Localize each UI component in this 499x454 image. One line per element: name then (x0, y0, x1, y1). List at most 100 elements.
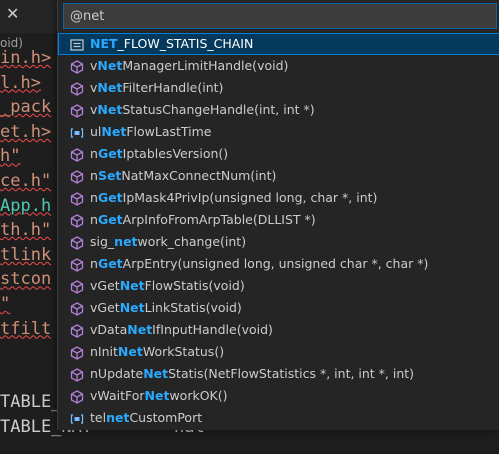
quick-open-input-box (63, 3, 497, 29)
symbol-text: n (90, 168, 98, 183)
method-icon (70, 103, 84, 118)
symbol-label: NET_FLOW_STATIS_CHAIN (90, 33, 253, 55)
code-text: tlink (0, 244, 52, 265)
symbol-label: nSetNatMaxConnectNum(int) (90, 165, 276, 187)
symbol-label: vWaitForNetworkOK() (90, 385, 228, 407)
code-text: ce.h" (0, 171, 52, 191)
symbol-result-item[interactable]: sig_network_change(int) (58, 231, 499, 253)
match-highlight: Get (97, 146, 123, 161)
symbol-result-item[interactable]: vNetFilterHandle(int) (58, 77, 499, 99)
code-text: th.h" (0, 220, 52, 241)
symbol-text: vGet (90, 300, 120, 315)
match-highlight: Net (97, 102, 123, 117)
symbol-text: vWaitFor (90, 388, 145, 403)
symbol-result-item[interactable]: vDataNetIfInputHandle(void) (58, 319, 499, 341)
symbol-text: Statis(NetFlowStatistics *, int, int *, … (168, 366, 415, 381)
code-text: _pack (0, 97, 52, 118)
symbol-result-item[interactable]: vNetStatusChangeHandle(int, int *) (58, 99, 499, 121)
match-highlight: Net (101, 124, 127, 139)
symbol-result-item[interactable]: nSetNatMaxConnectNum(int) (58, 165, 499, 187)
symbol-result-list: NET_FLOW_STATIS_CHAIN vNetManagerLimitHan… (58, 33, 499, 429)
method-icon (70, 147, 84, 162)
symbol-result-item[interactable]: vGetNetFlowStatis(void) (58, 275, 499, 297)
symbol-label: sig_network_change(int) (90, 231, 246, 253)
method-icon (70, 345, 84, 360)
match-highlight: Net (119, 278, 145, 293)
method-icon (70, 81, 84, 96)
symbol-text: WorkStatus() (142, 344, 225, 359)
symbol-text: vGet (90, 278, 120, 293)
symbol-result-item[interactable]: vGetNetLinkStatis(void) (58, 297, 499, 319)
method-icon (70, 279, 84, 294)
variable-icon (70, 125, 84, 139)
code-text: " (0, 294, 11, 314)
method-icon (70, 59, 84, 74)
match-highlight: net (106, 410, 130, 425)
method-icon (70, 257, 84, 272)
symbol-result-item[interactable]: nGetArpEntry(unsigned long, unsigned cha… (58, 253, 499, 275)
symbol-text: FilterHandle(int) (122, 80, 224, 95)
symbol-result-item[interactable]: vNetManagerLimitHandle(void) (58, 55, 499, 77)
symbol-result-item[interactable]: telnetCustomPort (58, 407, 499, 429)
symbol-text: FlowStatis(void) (144, 278, 245, 293)
symbol-text: vData (90, 322, 128, 337)
symbol-text: IfInputHandle(void) (152, 322, 273, 337)
close-icon[interactable]: ✕ (6, 4, 19, 24)
method-icon (70, 301, 84, 316)
symbol-label: nGetArpInfoFromArpTable(DLLIST *) (90, 209, 316, 231)
code-line: et.h> (0, 120, 51, 144)
symbol-text: n (90, 146, 98, 161)
code-text: h" (0, 146, 21, 167)
symbol-text: nInit (90, 344, 118, 359)
symbol-text: ArpInfoFromArpTable(DLLIST *) (122, 212, 316, 227)
method-icon (70, 367, 84, 382)
match-highlight: Net (143, 366, 169, 381)
symbol-result-item[interactable]: vWaitForNetworkOK() (58, 385, 499, 407)
code-text: App.h (0, 195, 52, 216)
symbol-result-item[interactable]: nGetIptablesVersion() (58, 143, 499, 165)
symbol-label: nUpdateNetStatis(NetFlowStatistics *, in… (90, 363, 414, 385)
code-text: tfilt (0, 318, 52, 339)
method-icon (70, 323, 84, 338)
code-line: th.h" (0, 218, 51, 242)
code-line: h" (0, 144, 20, 168)
symbol-label: vDataNetIfInputHandle(void) (90, 319, 273, 341)
symbol-text: NatMaxConnectNum(int) (121, 168, 277, 183)
symbol-text: work_change(int) (137, 234, 247, 249)
symbol-result-item[interactable]: nGetArpInfoFromArpTable(DLLIST *) (58, 209, 499, 231)
symbol-result-item[interactable]: ulNetFlowLastTime (58, 121, 499, 143)
symbol-text: sig_ (90, 234, 115, 249)
symbol-label: vGetNetLinkStatis(void) (90, 297, 242, 319)
match-highlight: net (114, 234, 138, 249)
code-line: tlink (0, 243, 51, 267)
symbol-label: vNetFilterHandle(int) (90, 77, 223, 99)
symbol-text: ManagerLimitHandle(void) (122, 58, 289, 73)
tab-bar: ✕ (0, 0, 60, 33)
symbol-text: _FLOW_STATIS_CHAIN (117, 36, 254, 51)
symbol-text: LinkStatis(void) (144, 300, 242, 315)
match-highlight: Net (117, 344, 143, 359)
symbol-label: nInitNetWorkStatus() (90, 341, 224, 363)
match-highlight: Net (127, 322, 153, 337)
method-icon (70, 213, 84, 228)
code-text: l.h> (0, 72, 41, 93)
match-highlight: Net (97, 80, 123, 95)
code-text: et.h> (0, 121, 52, 142)
symbol-result-item[interactable]: nUpdateNetStatis(NetFlowStatistics *, in… (58, 363, 499, 385)
quick-open-input[interactable] (64, 4, 496, 28)
symbol-text: FlowLastTime (126, 124, 212, 139)
symbol-result-item[interactable]: nGetIpMask4PrivIp(unsigned long, char *,… (58, 187, 499, 209)
symbol-label: vGetNetFlowStatis(void) (90, 275, 245, 297)
code-line: in.h> (0, 46, 51, 70)
symbol-label: nGetIptablesVersion() (90, 143, 228, 165)
method-icon (70, 169, 84, 184)
symbol-text: n (90, 190, 98, 205)
code-line: _pack (0, 95, 51, 119)
match-highlight: Get (97, 212, 123, 227)
match-highlight: Net (119, 300, 145, 315)
symbol-text: tel (90, 410, 107, 425)
code-line: l.h> (0, 71, 41, 95)
symbol-result-item[interactable]: nInitNetWorkStatus() (58, 341, 499, 363)
symbol-result-item[interactable]: NET_FLOW_STATIS_CHAIN (58, 33, 499, 55)
method-icon (70, 389, 84, 404)
